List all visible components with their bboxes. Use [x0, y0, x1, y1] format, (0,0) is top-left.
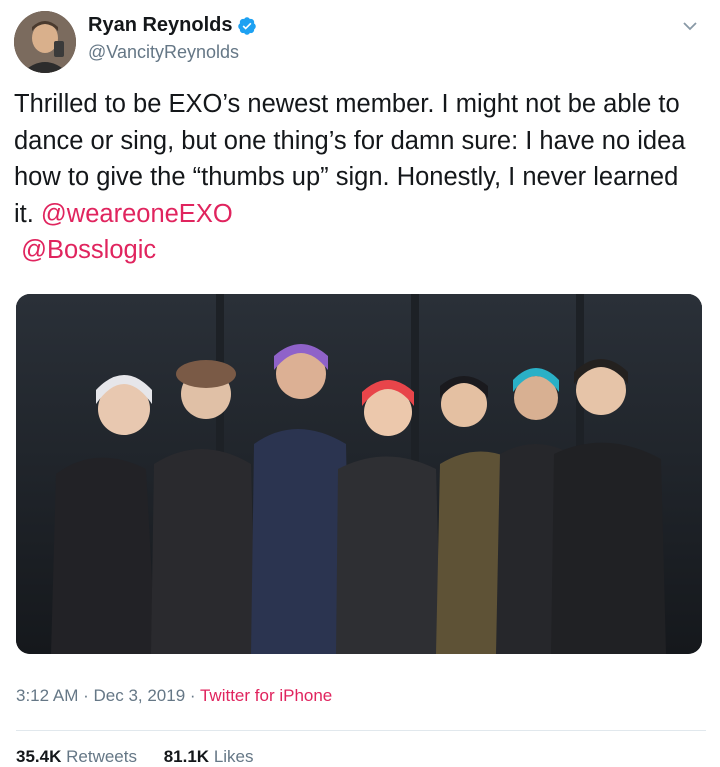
user-name[interactable]: Ryan Reynolds	[88, 14, 232, 37]
tweet-card: Ryan Reynolds @VancityReynolds Thrilled …	[0, 0, 720, 766]
verified-badge-icon	[238, 16, 257, 35]
tweet-date[interactable]: Dec 3, 2019	[93, 686, 185, 705]
retweets-label: Retweets	[66, 747, 137, 766]
tweet-meta: 3:12 AM · Dec 3, 2019 · Twitter for iPho…	[16, 686, 332, 706]
likes-stat[interactable]: 81.1K Likes	[164, 747, 254, 766]
user-handle[interactable]: @VancityReynolds	[88, 42, 239, 63]
retweets-count: 35.4K	[16, 747, 62, 766]
tweet-stats: 35.4K Retweets 81.1K Likes	[16, 747, 276, 767]
group-photo-image	[16, 294, 702, 654]
mention-bosslogic[interactable]: @Bosslogic	[21, 236, 156, 264]
avatar-image	[14, 11, 76, 73]
retweets-stat[interactable]: 35.4K Retweets	[16, 747, 137, 766]
tweet-photo[interactable]	[16, 294, 702, 654]
likes-count: 81.1K	[163, 747, 210, 766]
meta-separator: ·	[78, 686, 94, 705]
tweet-text: Thrilled to be EXO’s newest member. I mi…	[14, 86, 704, 269]
tweet-time[interactable]: 3:12 AM	[16, 686, 78, 705]
avatar[interactable]	[14, 11, 76, 73]
user-name-row: Ryan Reynolds	[88, 14, 257, 37]
mention-weareoneexo[interactable]: @weareoneEXO	[41, 200, 233, 228]
divider	[16, 730, 706, 731]
likes-label: Likes	[213, 747, 254, 766]
chevron-down-icon[interactable]	[680, 16, 700, 36]
meta-separator: ·	[185, 686, 200, 705]
tweet-source-link[interactable]: Twitter for iPhone	[200, 686, 332, 705]
